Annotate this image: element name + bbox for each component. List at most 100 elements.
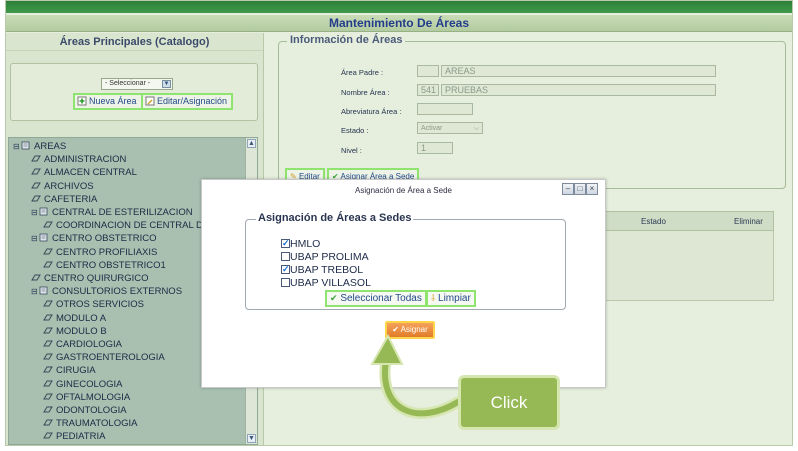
catalog-box: - Seleccionar - ▼ Nueva Área Editar/Asig… bbox=[10, 63, 258, 121]
tree-item[interactable]: ADMINISTRACION bbox=[31, 153, 126, 166]
abreviatura-field[interactable] bbox=[417, 103, 473, 115]
estado-select-value: Activar bbox=[421, 125, 443, 132]
area-padre-code-field[interactable] bbox=[417, 65, 439, 77]
new-area-label: Nueva Área bbox=[89, 96, 137, 106]
sede-checkbox[interactable] bbox=[281, 252, 290, 261]
estado-select[interactable]: Activar ⌵ bbox=[417, 122, 483, 134]
tree-item[interactable]: OTROS SERVICIOS bbox=[43, 298, 144, 311]
leaf-node-icon bbox=[43, 353, 53, 360]
leaf-node-icon bbox=[43, 248, 53, 255]
clear-button[interactable]: ⸸ Limpiar bbox=[426, 290, 476, 307]
scroll-up-icon[interactable]: ▲ bbox=[247, 139, 256, 148]
click-callout: Click bbox=[458, 375, 560, 430]
tree-item[interactable]: CENTRO PROFILIAXIS bbox=[43, 246, 157, 259]
nombre-area-name-field[interactable]: PRUEBAS bbox=[441, 84, 716, 96]
add-icon bbox=[77, 96, 87, 106]
chevron-down-icon: ▼ bbox=[162, 80, 171, 88]
tree-item-label: OTROS SERVICIOS bbox=[56, 299, 144, 311]
tree-item[interactable]: TRAUMATOLOGIA bbox=[43, 417, 137, 430]
sede-checkbox[interactable] bbox=[281, 278, 290, 287]
nivel-label: Nivel : bbox=[341, 146, 362, 155]
tree-item-label: CENTRO OBSTETRICO1 bbox=[56, 259, 166, 271]
tree-item-label: CONSULTORIOS EXTERNOS bbox=[52, 286, 183, 298]
expand-toggle-icon[interactable]: ⊟ bbox=[31, 285, 39, 298]
tree-item[interactable]: OFTALMOLOGIA bbox=[43, 391, 130, 404]
tree-item[interactable]: ⊟ CONSULTORIOS EXTERNOS bbox=[31, 285, 182, 298]
tree-item[interactable]: ⊟ CENTRO OBSTETRICO bbox=[31, 232, 157, 245]
clear-label: Limpiar bbox=[438, 293, 471, 304]
tree-item[interactable]: CAFETERIA bbox=[31, 193, 97, 206]
sede-option[interactable]: HMLO bbox=[281, 237, 321, 250]
expand-toggle-icon[interactable]: ⊟ bbox=[31, 206, 39, 219]
scroll-down-icon[interactable]: ▼ bbox=[247, 434, 256, 443]
leaf-node-icon bbox=[31, 155, 41, 162]
tree-item[interactable]: ⊟ AREAS bbox=[13, 140, 66, 153]
folder-node-icon bbox=[21, 141, 30, 150]
col-eliminar: Eliminar bbox=[734, 217, 763, 226]
sedes-legend: Asignación de Áreas a Sedes bbox=[256, 212, 414, 224]
nombre-area-code-field[interactable]: 541 bbox=[417, 84, 439, 96]
dialog-title: Asignación de Área a Sede bbox=[355, 186, 452, 195]
tree-item-label: CENTRAL DE ESTERILIZACION bbox=[52, 207, 193, 218]
tree-item-label: ODONTOLOGIA bbox=[56, 405, 127, 416]
nivel-field[interactable]: 1 bbox=[417, 142, 453, 154]
sede-label: HMLO bbox=[290, 238, 321, 250]
tree-item[interactable]: CARDIOLOGIA bbox=[43, 338, 122, 351]
area-padre-label: Área Padre : bbox=[341, 68, 384, 77]
tree-item[interactable]: ODONTOLOGIA bbox=[43, 404, 127, 417]
maximize-icon[interactable]: □ bbox=[574, 183, 586, 195]
tree-item-label: CIRUGIA bbox=[56, 365, 96, 377]
new-area-button[interactable]: Nueva Área bbox=[73, 93, 143, 110]
annotation-arrow bbox=[370, 333, 464, 419]
tree-item[interactable]: MODULO A bbox=[43, 312, 106, 325]
tree-item[interactable]: PEDIATRIA bbox=[43, 430, 105, 443]
page-title: Mantenimiento De Áreas bbox=[6, 15, 792, 32]
tree-item[interactable]: ALMACEN CENTRAL bbox=[31, 166, 137, 179]
tree-item-label: CAFETERIA bbox=[44, 193, 98, 205]
tree-item-label: ALMACEN CENTRAL bbox=[44, 167, 137, 179]
select-all-button[interactable]: ✔ Seleccionar Todas bbox=[325, 290, 427, 307]
tree-item-label: COORDINACION DE CENTRAL DE E bbox=[56, 220, 219, 232]
tree-item[interactable]: CENTRO OBSTETRICO1 bbox=[43, 259, 166, 272]
tree-item[interactable]: ARCHIVOS bbox=[31, 180, 94, 193]
tree-item[interactable]: ⊟ CENTRAL DE ESTERILIZACION bbox=[31, 206, 193, 219]
leaf-node-icon bbox=[43, 432, 53, 439]
expand-toggle-icon[interactable]: ⊟ bbox=[13, 140, 21, 153]
leaf-node-icon bbox=[43, 406, 53, 413]
edit-icon bbox=[145, 96, 155, 106]
tree-item-label: MODULO A bbox=[56, 312, 107, 324]
edit-assign-button[interactable]: Editar/Asignación bbox=[141, 93, 234, 110]
sede-option[interactable]: UBAP TREBOL bbox=[281, 263, 364, 276]
tree-item[interactable]: COORDINACION DE CENTRAL DE E bbox=[43, 219, 218, 232]
broom-icon: ⸸ bbox=[431, 293, 436, 303]
tree-item[interactable]: CENTRO QUIRURGICO bbox=[31, 272, 149, 285]
abreviatura-label: Abreviatura Área : bbox=[341, 107, 402, 116]
leaf-node-icon bbox=[43, 221, 53, 228]
sede-option[interactable]: UBAP VILLASOL bbox=[281, 277, 371, 289]
tree-item[interactable]: GINECOLOGIA bbox=[43, 378, 123, 391]
sede-checkbox[interactable] bbox=[281, 263, 290, 275]
sede-label: UBAP TREBOL bbox=[290, 264, 364, 276]
sede-checkbox[interactable] bbox=[281, 237, 290, 249]
tree-item-label: GINECOLOGIA bbox=[56, 378, 123, 390]
select-all-label: Seleccionar Todas bbox=[340, 293, 422, 304]
tree-item-label: MODULO B bbox=[56, 325, 107, 337]
expand-toggle-icon[interactable]: ⊟ bbox=[31, 232, 39, 245]
col-estado: Estado bbox=[641, 217, 666, 226]
leaf-node-icon bbox=[31, 195, 41, 202]
leaf-node-icon bbox=[43, 366, 53, 373]
leaf-node-icon bbox=[43, 327, 53, 334]
leaf-node-icon bbox=[43, 314, 53, 321]
tree-item-label: CENTRO QUIRURGICO bbox=[44, 273, 149, 284]
minimize-icon[interactable]: – bbox=[562, 183, 574, 195]
leaf-node-icon bbox=[43, 380, 53, 387]
catalog-select[interactable]: - Seleccionar - ▼ bbox=[101, 78, 173, 90]
tree-item[interactable]: MODULO B bbox=[43, 325, 107, 338]
area-padre-name-field[interactable]: AREAS bbox=[441, 65, 716, 77]
tree-item[interactable]: GASTROENTEROLOGIA bbox=[43, 351, 165, 364]
sede-option[interactable]: UBAP PROLIMA bbox=[281, 251, 369, 263]
tree-item[interactable]: CIRUGIA bbox=[43, 364, 96, 377]
close-icon[interactable]: × bbox=[586, 183, 598, 195]
leaf-node-icon bbox=[31, 182, 41, 189]
chevron-down-icon: ⌵ bbox=[473, 125, 479, 132]
